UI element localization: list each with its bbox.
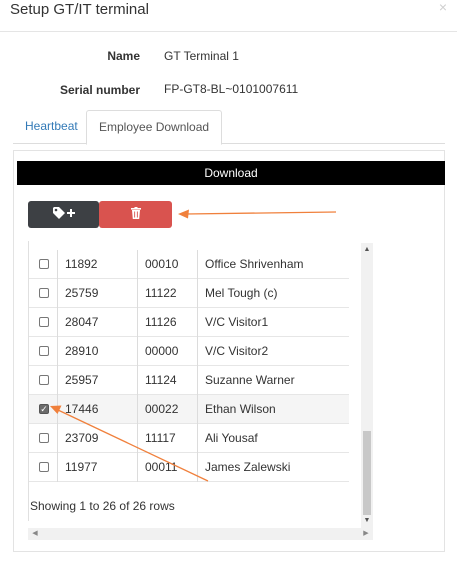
employee-code: 11124: [137, 366, 197, 395]
table-row[interactable]: ✓ 17446 00022 Ethan Wilson: [29, 395, 349, 424]
scroll-left-icon[interactable]: ◀: [30, 529, 40, 539]
row-checkbox[interactable]: [39, 433, 49, 443]
row-checkbox[interactable]: [39, 375, 49, 385]
table-row[interactable]: 25957 11124 Suzanne Warner: [29, 366, 349, 395]
employee-id: 11977: [57, 453, 137, 482]
employee-name: V/C Visitor1: [197, 308, 349, 337]
employee-id: 11892: [57, 250, 137, 279]
employee-id: 25759: [57, 279, 137, 308]
row-checkbox[interactable]: [39, 462, 49, 472]
tag-plus-icon: [52, 206, 76, 223]
employee-name: V/C Visitor2: [197, 337, 349, 366]
scroll-right-icon[interactable]: ▶: [361, 529, 371, 539]
employee-id: 28047: [57, 308, 137, 337]
delete-button[interactable]: [99, 201, 172, 228]
row-checkbox[interactable]: [39, 317, 49, 327]
row-checkbox[interactable]: ✓: [39, 404, 49, 414]
table-row[interactable]: 11892 00010 Office Shrivenham: [29, 250, 349, 279]
employee-code: 11126: [137, 308, 197, 337]
employee-name: Office Shrivenham: [197, 250, 349, 279]
vertical-scrollbar[interactable]: ▲ ▼: [361, 243, 373, 528]
serial-label: Serial number: [59, 83, 140, 97]
employee-code: 11117: [137, 424, 197, 453]
serial-value: FP-GT8-BL~0101007611: [164, 82, 299, 96]
employee-code: 00022: [137, 395, 197, 424]
scroll-up-icon[interactable]: ▲: [362, 245, 372, 255]
tab-bar: Heartbeat Employee Download: [13, 110, 445, 145]
employee-code: 00000: [137, 337, 197, 366]
table-row[interactable]: 23709 11117 Ali Yousaf: [29, 424, 349, 453]
name-value: GT Terminal 1: [164, 49, 239, 63]
modal-title: Setup GT/IT terminal: [10, 1, 149, 18]
row-checkbox[interactable]: [39, 346, 49, 356]
employee-table: 11892 00010 Office Shrivenham 25759 1112…: [28, 241, 374, 521]
employee-name: Ali Yousaf: [197, 424, 349, 453]
employee-id: 28910: [57, 337, 137, 366]
employee-id: 17446: [57, 395, 137, 424]
employee-name: James Zalewski: [197, 453, 349, 482]
table-row[interactable]: 28910 00000 V/C Visitor2: [29, 337, 349, 366]
employee-name: Suzanne Warner: [197, 366, 349, 395]
employee-name: Mel Tough (c): [197, 279, 349, 308]
name-label: Name: [107, 49, 140, 63]
close-icon[interactable]: ×: [439, 0, 447, 15]
panel-header: Download: [17, 161, 445, 185]
add-tag-button[interactable]: [28, 201, 99, 228]
table-row[interactable]: 11977 00011 James Zalewski: [29, 453, 349, 482]
horizontal-scrollbar[interactable]: ◀ ▶: [28, 528, 373, 540]
download-panel: Download 11892 00010 Office Shrivenham 2…: [13, 150, 445, 552]
row-checkbox[interactable]: [39, 259, 49, 269]
employee-code: 00011: [137, 453, 197, 482]
employee-id: 23709: [57, 424, 137, 453]
scroll-down-icon[interactable]: ▼: [362, 516, 372, 526]
scrollbar-thumb[interactable]: [363, 431, 371, 515]
employee-code: 11122: [137, 279, 197, 308]
trash-icon: [130, 207, 141, 222]
row-checkbox[interactable]: [39, 288, 49, 298]
header-divider: [0, 31, 457, 32]
table-row[interactable]: 25759 11122 Mel Tough (c): [29, 279, 349, 308]
table-row[interactable]: 28047 11126 V/C Visitor1: [29, 308, 349, 337]
employee-name: Ethan Wilson: [197, 395, 349, 424]
tab-employee-download[interactable]: Employee Download: [86, 110, 223, 145]
pagination-info: Showing 1 to 26 of 26 rows: [30, 499, 175, 513]
employee-id: 25957: [57, 366, 137, 395]
tab-heartbeat[interactable]: Heartbeat: [13, 110, 90, 144]
employee-code: 00010: [137, 250, 197, 279]
